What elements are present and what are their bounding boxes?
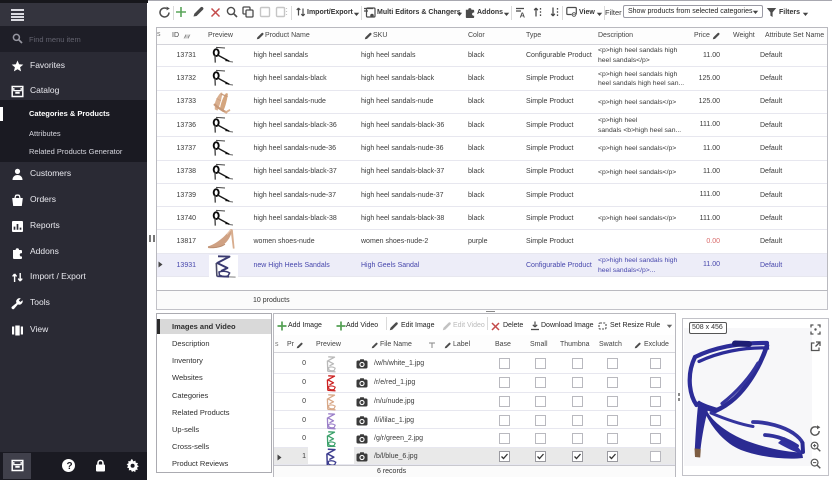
svg-text:A: A [520,11,526,19]
